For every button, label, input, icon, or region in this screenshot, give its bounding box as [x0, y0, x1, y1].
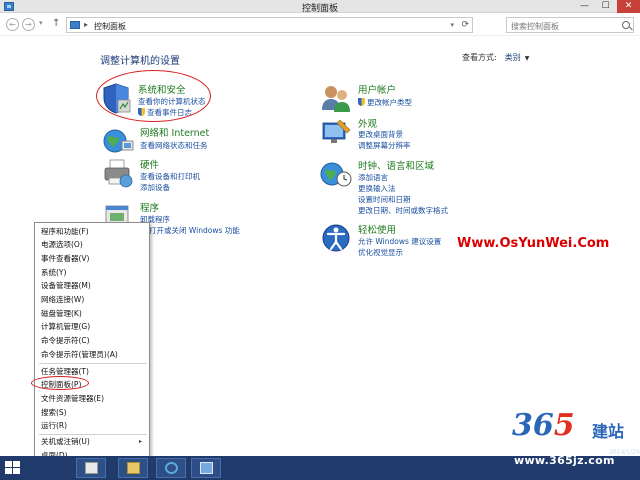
search-icon[interactable]	[622, 21, 630, 29]
control-panel-icon	[70, 21, 80, 29]
ease-of-access-icon	[322, 224, 350, 252]
menu-item-run[interactable]: 运行(R)	[41, 420, 67, 432]
windows-logo-icon	[13, 461, 20, 467]
site-logo: 365 建站 www.365jz.com	[512, 408, 636, 467]
link-set-time-date[interactable]: 设置时间和日期	[358, 194, 411, 205]
link-add-device[interactable]: 添加设备	[140, 182, 170, 193]
chevron-down-icon[interactable]: ▼	[525, 55, 530, 62]
start-button[interactable]	[5, 461, 21, 475]
internet-explorer-icon	[165, 462, 178, 474]
link-windows-features[interactable]: 打开或关闭 Windows 功能	[140, 225, 240, 236]
menu-item-shutdown-signout[interactable]: 关机或注销(U)	[41, 436, 90, 448]
highlight-circle-system-security	[96, 70, 211, 122]
search-placeholder: 搜索控制面板	[511, 22, 559, 31]
link-view-network-status[interactable]: 查看网络状态和任务	[140, 140, 208, 151]
highlight-circle-control-panel	[31, 376, 89, 390]
link-change-input-method[interactable]: 更换输入法	[358, 183, 396, 194]
taskbar-powershell[interactable]	[76, 458, 106, 478]
menu-item-disk-management[interactable]: 磁盘管理(K)	[41, 308, 82, 320]
taskbar-file-explorer[interactable]	[118, 458, 148, 478]
link-adjust-resolution[interactable]: 调整屏幕分辨率	[358, 140, 411, 151]
address-dropdown-icon[interactable]: ▾	[450, 21, 454, 29]
appearance-icon	[322, 119, 351, 143]
menu-item-file-explorer[interactable]: 文件资源管理器(E)	[41, 393, 104, 405]
menu-item-event-viewer[interactable]: 事件查看器(V)	[41, 253, 89, 265]
category-title[interactable]: 时钟、语言和区域	[358, 158, 434, 172]
submenu-arrow-icon: ▸	[139, 438, 143, 445]
taskbar-control-panel[interactable]	[191, 458, 221, 478]
link-add-language[interactable]: 添加语言	[358, 172, 388, 183]
menu-item-network-connections[interactable]: 网络连接(W)	[41, 294, 84, 306]
maximize-button[interactable]: ☐	[596, 0, 615, 13]
category-title[interactable]: 硬件	[140, 157, 159, 171]
category-title[interactable]: 网络和 Internet	[140, 125, 209, 139]
users-icon	[322, 86, 350, 112]
minimize-button[interactable]: —	[575, 0, 594, 13]
link-change-account-type[interactable]: 更改帐户类型	[358, 97, 412, 108]
window-title: 控制面板	[301, 4, 338, 14]
view-by: 查看方式: 类别 ▼	[462, 52, 529, 63]
menu-separator	[39, 434, 147, 435]
forward-button[interactable]: →	[22, 18, 35, 31]
clock-globe-icon	[320, 162, 352, 187]
link-change-date-time-format[interactable]: 更改日期、时间或数字格式	[358, 205, 448, 216]
menu-item-command-prompt[interactable]: 命令提示符(C)	[41, 335, 90, 347]
windows-logo-icon	[13, 468, 20, 474]
menu-item-power-options[interactable]: 电源选项(O)	[41, 239, 83, 251]
back-button[interactable]: ←	[6, 18, 19, 31]
logo-number-b: 5	[553, 408, 575, 443]
menu-item-programs-features[interactable]: 程序和功能(F)	[41, 226, 89, 238]
windows-logo-icon	[5, 468, 12, 474]
printer-icon	[104, 159, 133, 188]
menu-item-device-manager[interactable]: 设备管理器(M)	[41, 280, 91, 292]
link-label: 打开或关闭 Windows 功能	[149, 226, 240, 235]
category-title[interactable]: 外观	[358, 116, 377, 130]
site-watermark: Www.OsYunWei.Com	[457, 236, 610, 251]
link-optimize-visual-display[interactable]: 优化视觉显示	[358, 247, 403, 258]
menu-separator	[39, 363, 147, 364]
logo-chinese-text: 建站	[592, 422, 625, 441]
title-bar: 控制面板 — ☐ ✕	[0, 0, 640, 14]
view-by-dropdown[interactable]: 类别	[505, 53, 521, 62]
logo-url: www.365jz.com	[514, 454, 615, 467]
menu-item-search[interactable]: 搜索(S)	[41, 407, 67, 419]
link-label: 更改帐户类型	[367, 98, 412, 107]
search-input[interactable]: 搜索控制面板	[506, 17, 634, 33]
breadcrumb-control-panel[interactable]: 控制面板	[94, 21, 126, 32]
up-button[interactable]: ↑	[52, 18, 60, 29]
navigation-bar: ← → ▾ ↑ ▸ 控制面板 ▾ ⟳ 搜索控制面板	[0, 14, 640, 36]
file-explorer-icon	[127, 462, 140, 474]
category-title[interactable]: 轻松使用	[358, 222, 396, 236]
menu-item-computer-management[interactable]: 计算机管理(G)	[41, 321, 90, 333]
win-x-context-menu: 程序和功能(F) 电源选项(O) 事件查看器(V) 系统(Y) 设备管理器(M)…	[34, 222, 150, 463]
menu-item-command-prompt-admin[interactable]: 命令提示符(管理员)(A)	[41, 349, 118, 361]
category-title[interactable]: 用户帐户	[358, 82, 396, 96]
taskbar-internet-explorer[interactable]	[156, 458, 186, 478]
menu-item-system[interactable]: 系统(Y)	[41, 267, 66, 279]
close-button[interactable]: ✕	[617, 0, 640, 13]
link-let-windows-suggest-settings[interactable]: 允许 Windows 建议设置	[358, 236, 441, 247]
uac-shield-icon	[358, 98, 365, 106]
view-by-label: 查看方式:	[462, 53, 497, 62]
control-panel-icon	[200, 462, 213, 474]
windows-logo-icon	[5, 461, 12, 467]
page-title: 调整计算机的设置	[100, 56, 180, 67]
breadcrumb-separator-icon[interactable]: ▸	[84, 20, 88, 29]
address-bar[interactable]: ▸ 控制面板 ▾ ⟳	[66, 17, 473, 33]
logo-number-a: 36	[512, 408, 554, 443]
powershell-icon	[85, 462, 98, 474]
recent-locations-dropdown[interactable]: ▾	[39, 19, 43, 27]
link-change-desktop-background[interactable]: 更改桌面背景	[358, 129, 403, 140]
network-globe-icon	[103, 129, 134, 153]
logo-number: 365	[512, 408, 575, 443]
category-title[interactable]: 程序	[140, 200, 159, 214]
link-view-devices-printers[interactable]: 查看设备和打印机	[140, 171, 200, 182]
refresh-icon[interactable]: ⟳	[461, 20, 469, 30]
